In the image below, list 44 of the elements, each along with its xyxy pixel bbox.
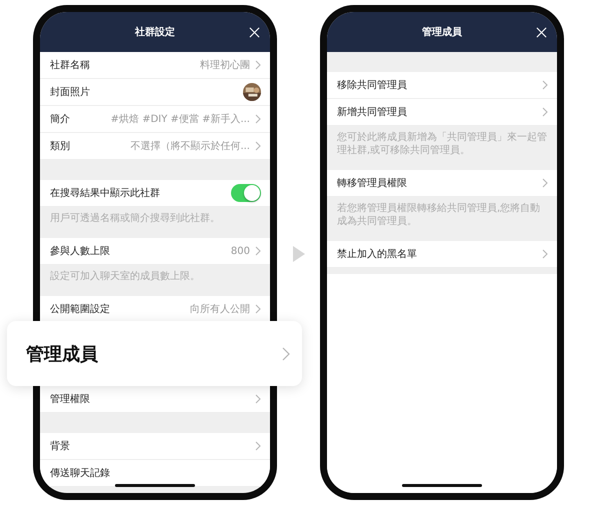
screen-title: 社群設定 bbox=[135, 25, 175, 39]
row-label: 參與人數上限 bbox=[50, 244, 111, 258]
settings-row[interactable]: 移除共同管理員 bbox=[327, 72, 557, 99]
hint-text: 用戶可透過名稱或簡介搜尋到此社群。 bbox=[50, 213, 220, 224]
callout-label: 管理成員 bbox=[26, 342, 98, 366]
row-value: 料理初心團 bbox=[200, 58, 250, 72]
row-value: #烘焙 #DIY #便當 #新手入... bbox=[110, 112, 250, 126]
row-label: 禁止加入的黑名單 bbox=[337, 248, 418, 261]
row-label: 在搜尋結果中顯示此社群 bbox=[50, 186, 161, 200]
hint-text: 若您將管理員權限轉移給共同管理員,您將自動成為共同管理員。 bbox=[337, 203, 540, 227]
settings-row[interactable]: 背景 bbox=[40, 433, 270, 460]
arrow-icon bbox=[293, 246, 305, 262]
screen-title: 管理成員 bbox=[422, 26, 462, 39]
row-label: 背景 bbox=[50, 440, 71, 453]
row-label: 管理權限 bbox=[50, 392, 91, 406]
settings-row[interactable]: 封面照片 bbox=[40, 79, 270, 106]
settings-row[interactable]: 公開範圍設定 向所有人公開 bbox=[40, 296, 270, 323]
settings-row[interactable]: 新增共同管理員 bbox=[327, 99, 557, 126]
row-label: 傳送聊天記錄 bbox=[50, 466, 111, 480]
row-value: 向所有人公開 bbox=[190, 302, 250, 316]
chevron-icon bbox=[282, 346, 290, 360]
hint-text: 您可於此將成員新增為「共同管理員」來一起管理社群,或可移除共同管理員。 bbox=[337, 132, 547, 156]
row-label: 移除共同管理員 bbox=[337, 78, 408, 92]
row-label: 新增共同管理員 bbox=[337, 106, 408, 119]
row-label: 公開範圍設定 bbox=[50, 302, 111, 316]
settings-row[interactable]: 轉移管理員權限 bbox=[327, 170, 557, 197]
row-value: 不選擇（將不顯示於任何... bbox=[130, 140, 250, 153]
settings-row[interactable]: 類別 不選擇（將不顯示於任何... bbox=[40, 133, 270, 160]
row-label: 類別 bbox=[50, 140, 71, 153]
settings-row[interactable]: 禁止加入的黑名單 bbox=[327, 241, 557, 268]
hint-text: 設定可加入聊天室的成員數上限。 bbox=[50, 271, 200, 282]
toggle-switch[interactable] bbox=[231, 184, 261, 202]
row-label: 社群名稱 bbox=[50, 58, 91, 72]
settings-row[interactable]: 管理權限 bbox=[40, 386, 270, 413]
settings-row[interactable]: 簡介 #烘焙 #DIY #便當 #新手入... bbox=[40, 106, 270, 133]
settings-row[interactable]: 社群名稱 料理初心團 bbox=[40, 52, 270, 79]
close-icon[interactable] bbox=[249, 27, 260, 38]
row-value: 800 bbox=[230, 246, 250, 256]
row-label: 簡介 bbox=[50, 113, 71, 126]
settings-row[interactable]: 傳送聊天記錄 bbox=[40, 460, 270, 487]
row-label: 封面照片 bbox=[50, 86, 91, 99]
close-icon[interactable] bbox=[536, 27, 547, 38]
row-label: 轉移管理員權限 bbox=[337, 176, 408, 190]
settings-row[interactable]: 參與人數上限 800 bbox=[40, 238, 270, 265]
